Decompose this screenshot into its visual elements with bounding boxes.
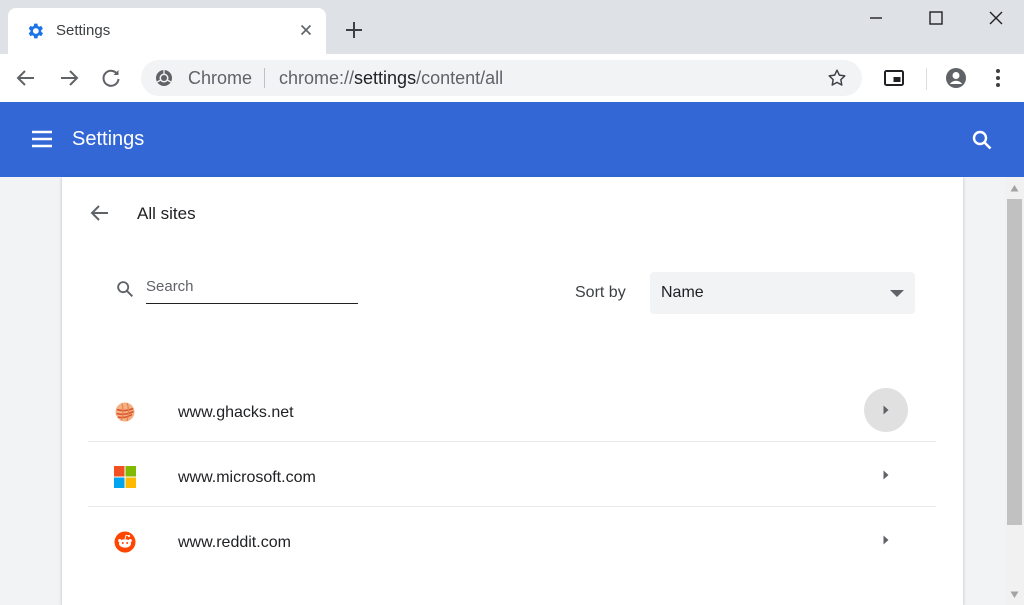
bookmark-star-icon[interactable]: [826, 67, 848, 89]
browser-toolbar: Chrome chrome://settings/content/all: [0, 54, 1024, 102]
search-icon[interactable]: [970, 128, 994, 152]
maximize-icon[interactable]: [924, 6, 948, 30]
url-path: /content/all: [416, 68, 504, 88]
site-row[interactable]: www.reddit.com: [88, 507, 936, 572]
ghacks-favicon: [115, 402, 135, 422]
url-host: settings: [354, 68, 417, 88]
chrome-logo-icon: [156, 70, 172, 86]
arrow-right-icon: [883, 535, 889, 545]
chip-separator: [264, 68, 265, 88]
sort-selected-value: Name: [661, 284, 704, 301]
sort-label: Sort by: [575, 284, 626, 301]
dropdown-caret-icon: [890, 290, 904, 297]
address-bar[interactable]: Chrome chrome://settings/content/all: [141, 60, 862, 96]
settings-title: Settings: [72, 128, 145, 150]
microsoft-favicon: [114, 466, 136, 488]
close-tab-icon[interactable]: [298, 22, 314, 38]
site-list: www.ghacks.net www.microsoft.com www.red…: [88, 377, 936, 572]
scroll-down-arrow-icon[interactable]: [1010, 591, 1019, 599]
site-chip-label: Chrome: [188, 68, 253, 88]
site-details-arrow-button[interactable]: [864, 388, 908, 432]
picture-in-picture-icon[interactable]: [882, 66, 906, 90]
close-window-icon[interactable]: [984, 6, 1008, 30]
back-icon[interactable]: [14, 66, 38, 90]
page-scrollbar[interactable]: [1005, 177, 1024, 605]
reddit-favicon: [114, 531, 136, 553]
site-name: www.microsoft.com: [178, 469, 316, 486]
scroll-up-arrow-icon[interactable]: [1010, 184, 1019, 192]
tab-strip: Settings: [0, 0, 1024, 54]
new-tab-plus-icon[interactable]: [343, 19, 365, 41]
gear-icon: [28, 23, 43, 39]
arrow-right-icon: [883, 405, 889, 415]
tab-title: Settings: [56, 22, 111, 39]
all-sites-card: All sites Sort by Name www.ghacks.net: [62, 177, 963, 605]
profile-avatar-icon[interactable]: [944, 66, 968, 90]
search-input[interactable]: [146, 274, 358, 304]
url-text[interactable]: chrome://settings/content/all: [279, 68, 503, 89]
reload-icon[interactable]: [99, 66, 123, 90]
arrow-right-icon: [883, 470, 889, 480]
minimize-icon[interactable]: [864, 6, 888, 30]
hamburger-menu-icon[interactable]: [31, 128, 53, 150]
site-name: www.ghacks.net: [178, 404, 294, 421]
scroll-thumb[interactable]: [1007, 199, 1022, 525]
search-icon: [117, 281, 134, 298]
site-details-arrow-button[interactable]: [864, 453, 908, 497]
url-scheme: chrome://: [279, 68, 355, 88]
back-arrow-icon[interactable]: [88, 201, 112, 225]
page-title: All sites: [137, 204, 196, 223]
site-search: [114, 274, 358, 304]
settings-header: Settings: [0, 102, 1024, 177]
sort-dropdown[interactable]: Name: [650, 272, 915, 314]
site-details-arrow-button[interactable]: [864, 518, 908, 562]
more-menu-icon[interactable]: [986, 66, 1010, 90]
forward-icon[interactable]: [57, 66, 81, 90]
site-row[interactable]: www.ghacks.net: [88, 377, 936, 442]
toolbar-divider: [926, 68, 927, 90]
site-row[interactable]: www.microsoft.com: [88, 442, 936, 507]
tab-settings[interactable]: Settings: [8, 8, 326, 54]
site-name: www.reddit.com: [178, 534, 291, 551]
